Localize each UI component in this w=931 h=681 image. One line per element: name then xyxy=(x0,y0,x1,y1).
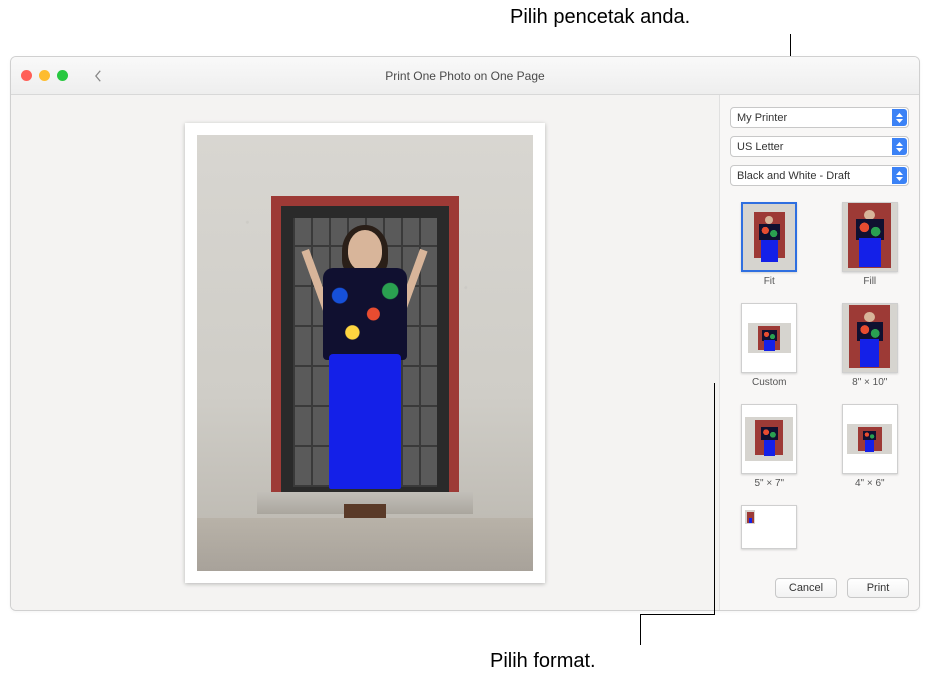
layout-label: Fill xyxy=(863,276,876,287)
content-area: My Printer US Letter Black and White - D… xyxy=(11,95,919,610)
paper-size-select[interactable]: US Letter xyxy=(730,136,909,157)
layout-label: Fit xyxy=(764,276,775,287)
select-arrows-icon xyxy=(892,167,907,184)
layout-item-5x7[interactable]: 5" × 7" xyxy=(732,404,807,489)
layout-item-fit[interactable]: Fit xyxy=(732,202,807,287)
callout-line xyxy=(640,615,641,645)
paper-size-value: US Letter xyxy=(737,141,783,153)
print-sidebar: My Printer US Letter Black and White - D… xyxy=(719,95,919,610)
layout-item-4x6[interactable]: 4" × 6" xyxy=(833,404,908,489)
print-window: Print One Photo on One Page xyxy=(10,56,920,611)
paper-preview xyxy=(185,123,545,583)
select-arrows-icon xyxy=(892,109,907,126)
window-title: Print One Photo on One Page xyxy=(11,69,919,83)
layout-thumb xyxy=(741,303,797,373)
printer-select[interactable]: My Printer xyxy=(730,107,909,128)
callout-line xyxy=(714,383,715,614)
maximize-button[interactable] xyxy=(57,70,68,81)
select-arrows-icon xyxy=(892,138,907,155)
layout-thumb xyxy=(741,505,797,549)
close-button[interactable] xyxy=(21,70,32,81)
quality-value: Black and White - Draft xyxy=(737,170,850,182)
photo-preview xyxy=(197,135,533,571)
window-controls xyxy=(21,70,68,81)
quality-select[interactable]: Black and White - Draft xyxy=(730,165,909,186)
layout-thumb xyxy=(842,404,898,474)
layout-thumb xyxy=(741,404,797,474)
callout-line xyxy=(640,614,715,615)
layout-item-fill[interactable]: Fill xyxy=(833,202,908,287)
button-row: Cancel Print xyxy=(730,578,909,598)
callout-printer: Pilih pencetak anda. xyxy=(510,6,690,29)
cancel-button[interactable]: Cancel xyxy=(775,578,837,598)
layout-thumb xyxy=(842,202,898,272)
callout-format: Pilih format. xyxy=(490,650,596,673)
back-button[interactable] xyxy=(90,68,106,84)
minimize-button[interactable] xyxy=(39,70,50,81)
layout-item-contact[interactable] xyxy=(732,505,807,553)
layout-item-8x10[interactable]: 8" × 10" xyxy=(833,303,908,388)
layout-label: Custom xyxy=(752,377,786,388)
layout-label: 5" × 7" xyxy=(754,478,784,489)
preview-area xyxy=(11,95,719,610)
layout-item-custom[interactable]: Custom xyxy=(732,303,807,388)
layout-label: 4" × 6" xyxy=(855,478,885,489)
layout-label: 8" × 10" xyxy=(852,377,887,388)
layout-grid: Fit Fill xyxy=(730,198,909,570)
titlebar: Print One Photo on One Page xyxy=(11,57,919,95)
print-button[interactable]: Print xyxy=(847,578,909,598)
layout-thumb xyxy=(842,303,898,373)
layout-thumb xyxy=(741,202,797,272)
printer-select-value: My Printer xyxy=(737,112,787,124)
